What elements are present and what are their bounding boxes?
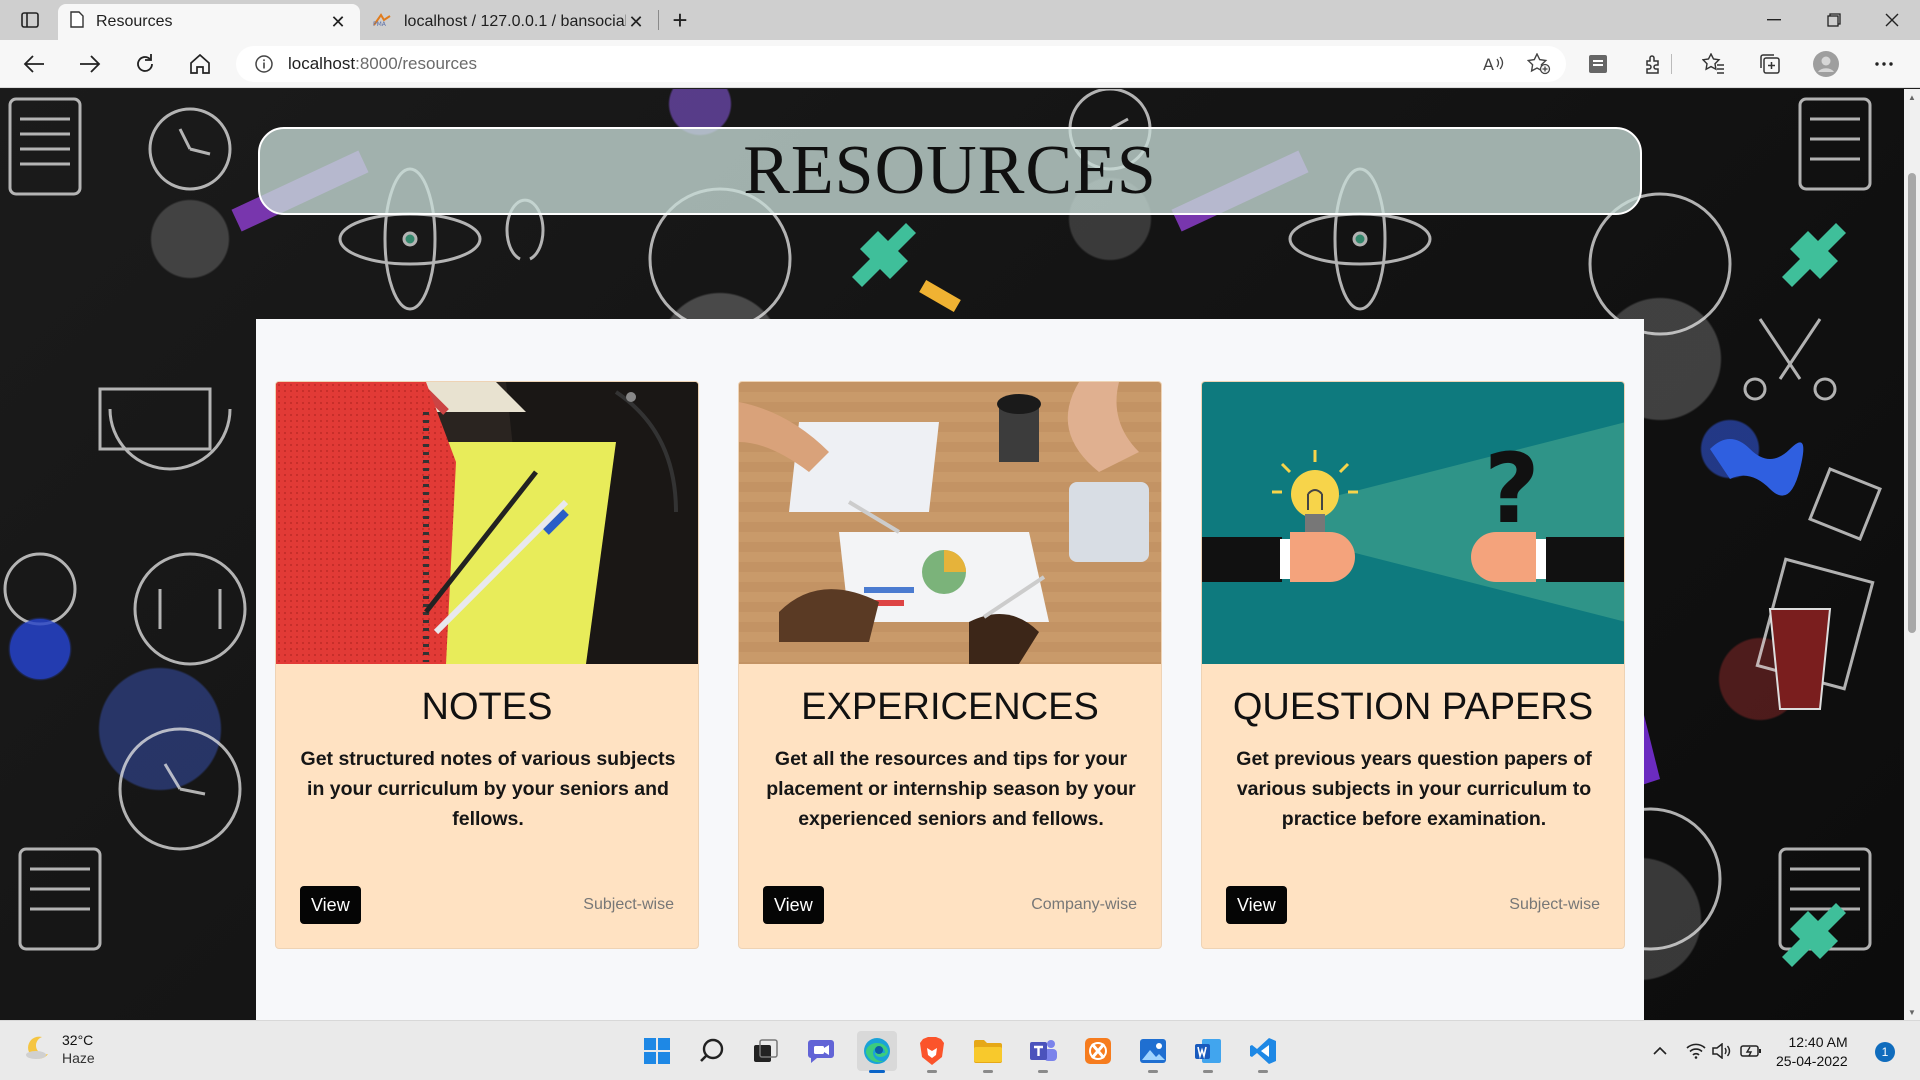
favorites-icon[interactable] [1696,48,1732,80]
scrollbar-thumb[interactable] [1908,173,1916,633]
photos-icon[interactable] [1133,1031,1173,1073]
view-notes-button[interactable]: View [300,886,361,924]
restore-icon[interactable] [1806,0,1862,40]
tab-phpmyadmin[interactable]: PMA localhost / 127.0.0.1 / bansocial ✕ [360,4,658,40]
windows-start-icon[interactable] [637,1031,677,1071]
svg-text:PMA: PMA [373,21,387,27]
brave-icon[interactable] [912,1031,952,1073]
read-aloud-icon[interactable]: A [1480,50,1508,78]
tab-resources[interactable]: Resources ✕ [58,4,360,40]
minimize-icon[interactable] [1746,0,1802,40]
system-clock[interactable]: 12:40 AM 25-04-2022 [1776,1033,1848,1071]
weather-temp: 32°C [62,1032,94,1048]
notification-badge[interactable]: 1 [1875,1042,1895,1062]
add-favorite-icon[interactable] [1525,50,1553,78]
edge-icon[interactable] [857,1031,897,1073]
vscode-icon[interactable] [1243,1031,1283,1073]
notes-image [276,382,698,664]
battery-icon[interactable] [1738,1035,1764,1067]
close-tab-icon[interactable]: ✕ [626,12,646,32]
back-icon[interactable] [16,48,52,80]
volume-icon[interactable] [1710,1035,1734,1067]
resources-panel: NOTES Get structured notes of various su… [256,319,1644,1020]
card-description: Get all the resources and tips for your … [766,748,1136,830]
clock-date: 25-04-2022 [1776,1053,1848,1069]
card-description: Get previous years question papers of va… [1236,748,1592,830]
teams-icon[interactable] [1023,1031,1063,1073]
word-icon[interactable] [1188,1031,1228,1073]
view-experiences-button[interactable]: View [763,886,824,924]
site-info-icon[interactable] [254,54,274,74]
home-icon[interactable] [182,48,218,80]
card-category: Subject-wise [583,896,674,913]
xampp-icon[interactable] [1078,1031,1118,1071]
url-host: localhost [288,54,356,73]
page-title: RESOURCES [743,132,1157,209]
notes-card: NOTES Get structured notes of various su… [275,381,699,949]
hero-banner: RESOURCES [258,127,1642,215]
svg-text:A: A [1483,55,1494,73]
question-papers-image: ? [1202,382,1624,664]
phpmyadmin-icon: PMA [372,12,392,32]
forward-icon[interactable] [72,48,108,80]
task-view-icon[interactable] [746,1031,786,1071]
card-description: Get structured notes of various subjects… [300,748,676,830]
view-question-papers-button[interactable]: View [1226,886,1287,924]
page-scrollbar[interactable]: ▲ ▼ [1904,89,1920,1020]
tab-title: localhost / 127.0.0.1 / bansocial [404,13,626,30]
experiences-card: EXPERICENCES Get all the resources and t… [738,381,1162,949]
close-window-icon[interactable] [1864,0,1920,40]
url-path: :8000/resources [355,54,478,73]
weather-condition: Haze [62,1050,95,1066]
svg-text:?: ? [1484,433,1540,545]
new-tab-icon[interactable]: + [664,5,696,35]
clock-time: 12:40 AM [1788,1034,1848,1050]
browser-toolbar: localhost:8000/resources A [0,40,1920,88]
card-title: QUESTION PAPERS [1232,686,1594,728]
collections-icon[interactable] [1752,48,1788,80]
refresh-icon[interactable] [127,48,163,80]
show-hidden-icons-icon[interactable] [1650,1035,1670,1067]
tab-actions-icon[interactable] [14,8,46,32]
taskbar: 32°C Haze 12:40 AM 25-04-2022 1 [0,1020,1920,1080]
wifi-icon[interactable] [1684,1035,1708,1067]
card-title: NOTES [421,686,553,728]
more-menu-icon[interactable] [1866,48,1902,80]
page-viewport: RESOURCES NOTES Get structured notes of … [0,89,1904,1020]
tab-title: Resources [96,13,173,30]
experiences-image [739,382,1161,664]
search-icon[interactable] [692,1031,732,1071]
tab-strip: Resources ✕ PMA localhost / 127.0.0.1 / … [0,0,1920,40]
profile-avatar[interactable] [1808,48,1844,80]
address-bar[interactable]: localhost:8000/resources [236,46,1566,82]
card-category: Company-wise [1031,896,1137,913]
tab-divider [658,10,659,30]
file-explorer-icon[interactable] [968,1031,1008,1073]
reading-view-icon[interactable] [1580,48,1616,80]
question-papers-card: ? QUESTION PAPERS Get previous years que… [1201,381,1625,949]
card-category: Subject-wise [1509,896,1600,913]
weather-moon-icon [24,1033,52,1066]
chat-icon[interactable] [801,1031,841,1071]
page-icon [70,11,84,33]
weather-widget[interactable]: 32°C Haze [24,1031,95,1067]
scroll-down-icon[interactable]: ▼ [1906,1006,1918,1018]
card-title: EXPERICENCES [801,686,1099,728]
close-tab-icon[interactable]: ✕ [328,12,348,32]
toolbar-divider [1666,48,1676,80]
scroll-up-icon[interactable]: ▲ [1906,91,1918,103]
